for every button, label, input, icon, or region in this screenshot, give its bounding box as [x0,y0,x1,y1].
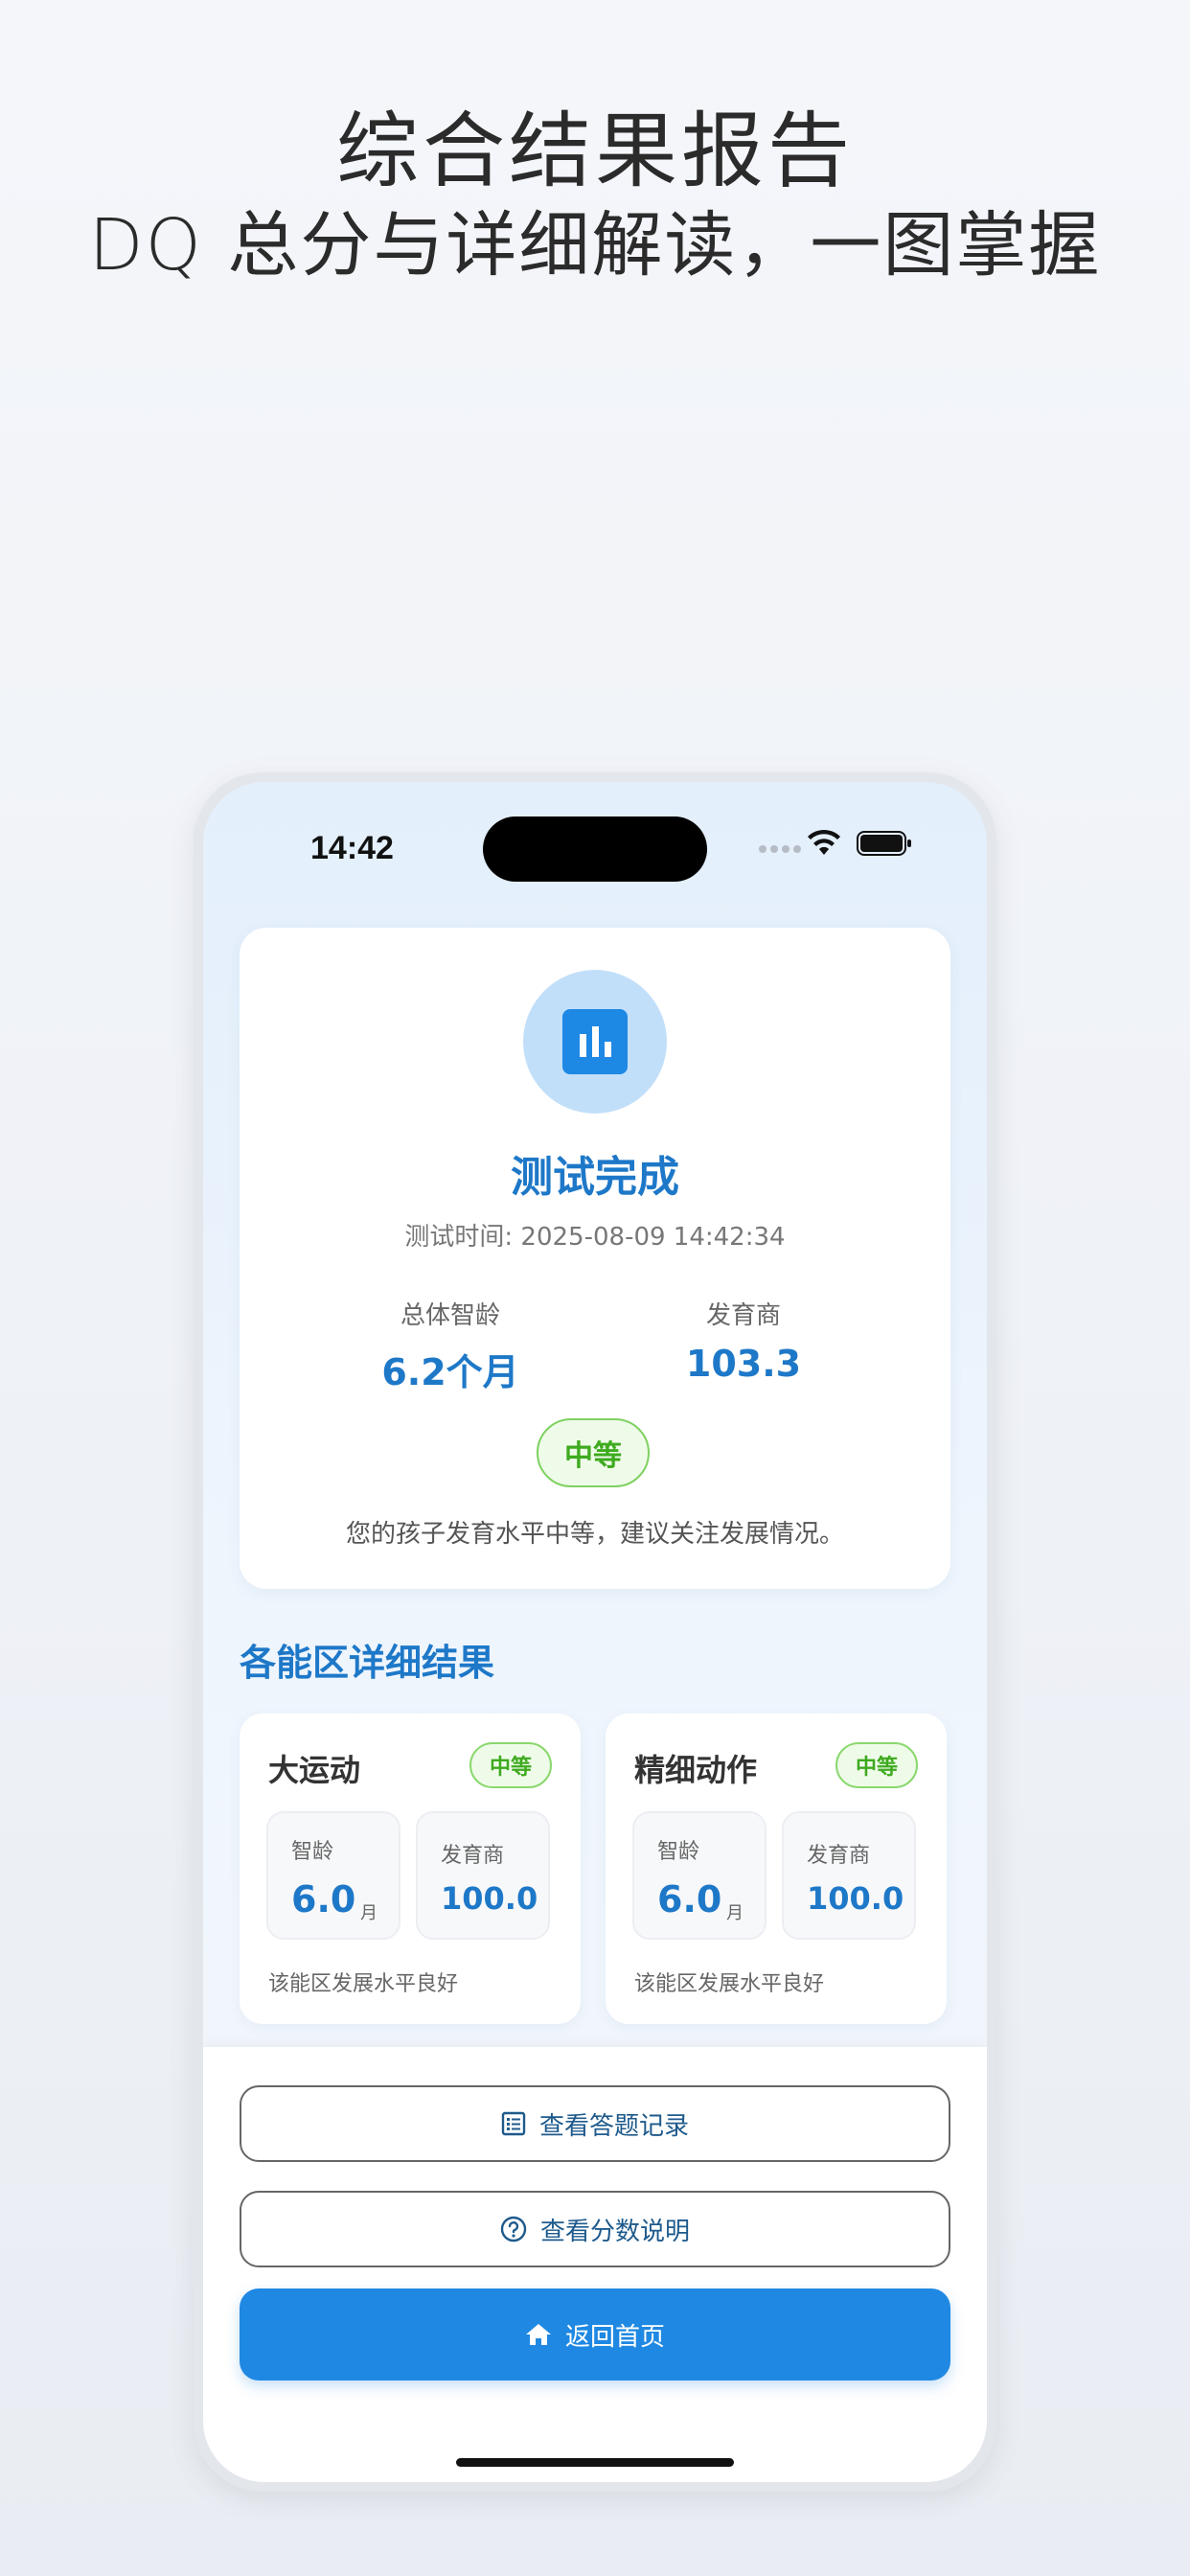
marketing-headline: 综合结果报告 DQ 总分与详细解读，一图掌握 [0,104,1190,291]
area-description: 该能区发展水平良好 [268,1972,459,1996]
back-home-button[interactable]: 返回首页 [240,2288,950,2380]
area-level-badge: 中等 [835,1742,918,1788]
areas-section-title: 各能区详细结果 [240,1642,495,1684]
dq-value: 103.3 [685,1343,802,1385]
area-description: 该能区发展水平良好 [634,1972,825,1996]
area-card-fine-motor[interactable]: 精细动作 中等 智龄 6.0 月 发育商 100.0 该能区发展水平良好 [606,1714,947,2024]
battery-icon [857,831,911,856]
view-records-label: 查看答题记录 [538,2111,689,2141]
view-score-explanation-label: 查看分数说明 [539,2217,690,2246]
area-age-unit: 月 [726,1903,744,1923]
overall-age-label: 总体智龄 [400,1301,500,1330]
result-summary-text: 您的孩子发育水平中等，建议关注发展情况。 [345,1520,844,1549]
action-panel: 查看答题记录 查看分数说明 [203,2047,987,2482]
phone-screen: 14:42 测试完成 测试时间: 2025-08-09 14:42:34 总体智… [203,782,987,2482]
back-home-label: 返回首页 [564,2322,665,2352]
area-age-box: 智龄 6.0 月 [266,1811,400,1940]
area-dq-box: 发育商 100.0 [782,1811,916,1940]
area-age-value: 6.0 [291,1878,356,1920]
overall-age-stat: 总体智龄 6.2个月 [307,1296,594,1395]
status-time: 14:42 [310,830,394,866]
overall-age-value: 6.2个月 [381,1351,519,1393]
headline-subtitle: DQ 总分与详细解读，一图掌握 [88,204,1102,287]
area-level-badge: 中等 [469,1742,552,1788]
area-age-unit: 月 [360,1903,378,1923]
area-age-label: 智龄 [291,1840,334,1864]
level-badge: 中等 [537,1418,650,1487]
area-dq-value: 100.0 [441,1880,538,1917]
question-circle-icon [500,2216,527,2242]
phone-frame: 14:42 测试完成 测试时间: 2025-08-09 14:42:34 总体智… [194,772,996,2492]
view-score-explanation-button[interactable]: 查看分数说明 [240,2191,950,2267]
home-icon [525,2324,551,2345]
test-time: 测试时间: 2025-08-09 14:42:34 [404,1223,786,1252]
result-title: 测试完成 [511,1153,679,1202]
dynamic-island [483,816,707,882]
area-age-value: 6.0 [657,1878,722,1920]
dq-label: 发育商 [705,1301,781,1330]
area-age-box: 智龄 6.0 月 [632,1811,767,1940]
wifi-icon [808,829,840,855]
area-age-label: 智龄 [657,1840,700,1864]
area-dq-value: 100.0 [807,1880,904,1917]
area-name: 大运动 [268,1752,361,1788]
headline-title: 综合结果报告 [336,104,854,199]
area-dq-box: 发育商 100.0 [416,1811,550,1940]
bar-chart-icon [562,1009,628,1074]
home-indicator[interactable] [456,2458,734,2467]
cellular-signal-icon [759,845,801,853]
list-icon [501,2111,526,2136]
result-icon-badge [523,970,667,1114]
dq-stat: 发育商 103.3 [600,1296,887,1385]
result-summary-card: 测试完成 测试时间: 2025-08-09 14:42:34 总体智龄 6.2个… [240,928,950,1589]
area-name: 精细动作 [634,1752,758,1788]
area-dq-label: 发育商 [441,1844,505,1868]
area-card-gross-motor[interactable]: 大运动 中等 智龄 6.0 月 发育商 100.0 该能区发展水平良好 [240,1714,581,2024]
view-records-button[interactable]: 查看答题记录 [240,2085,950,2162]
area-dq-label: 发育商 [807,1844,871,1868]
status-bar: 14:42 [203,782,987,907]
